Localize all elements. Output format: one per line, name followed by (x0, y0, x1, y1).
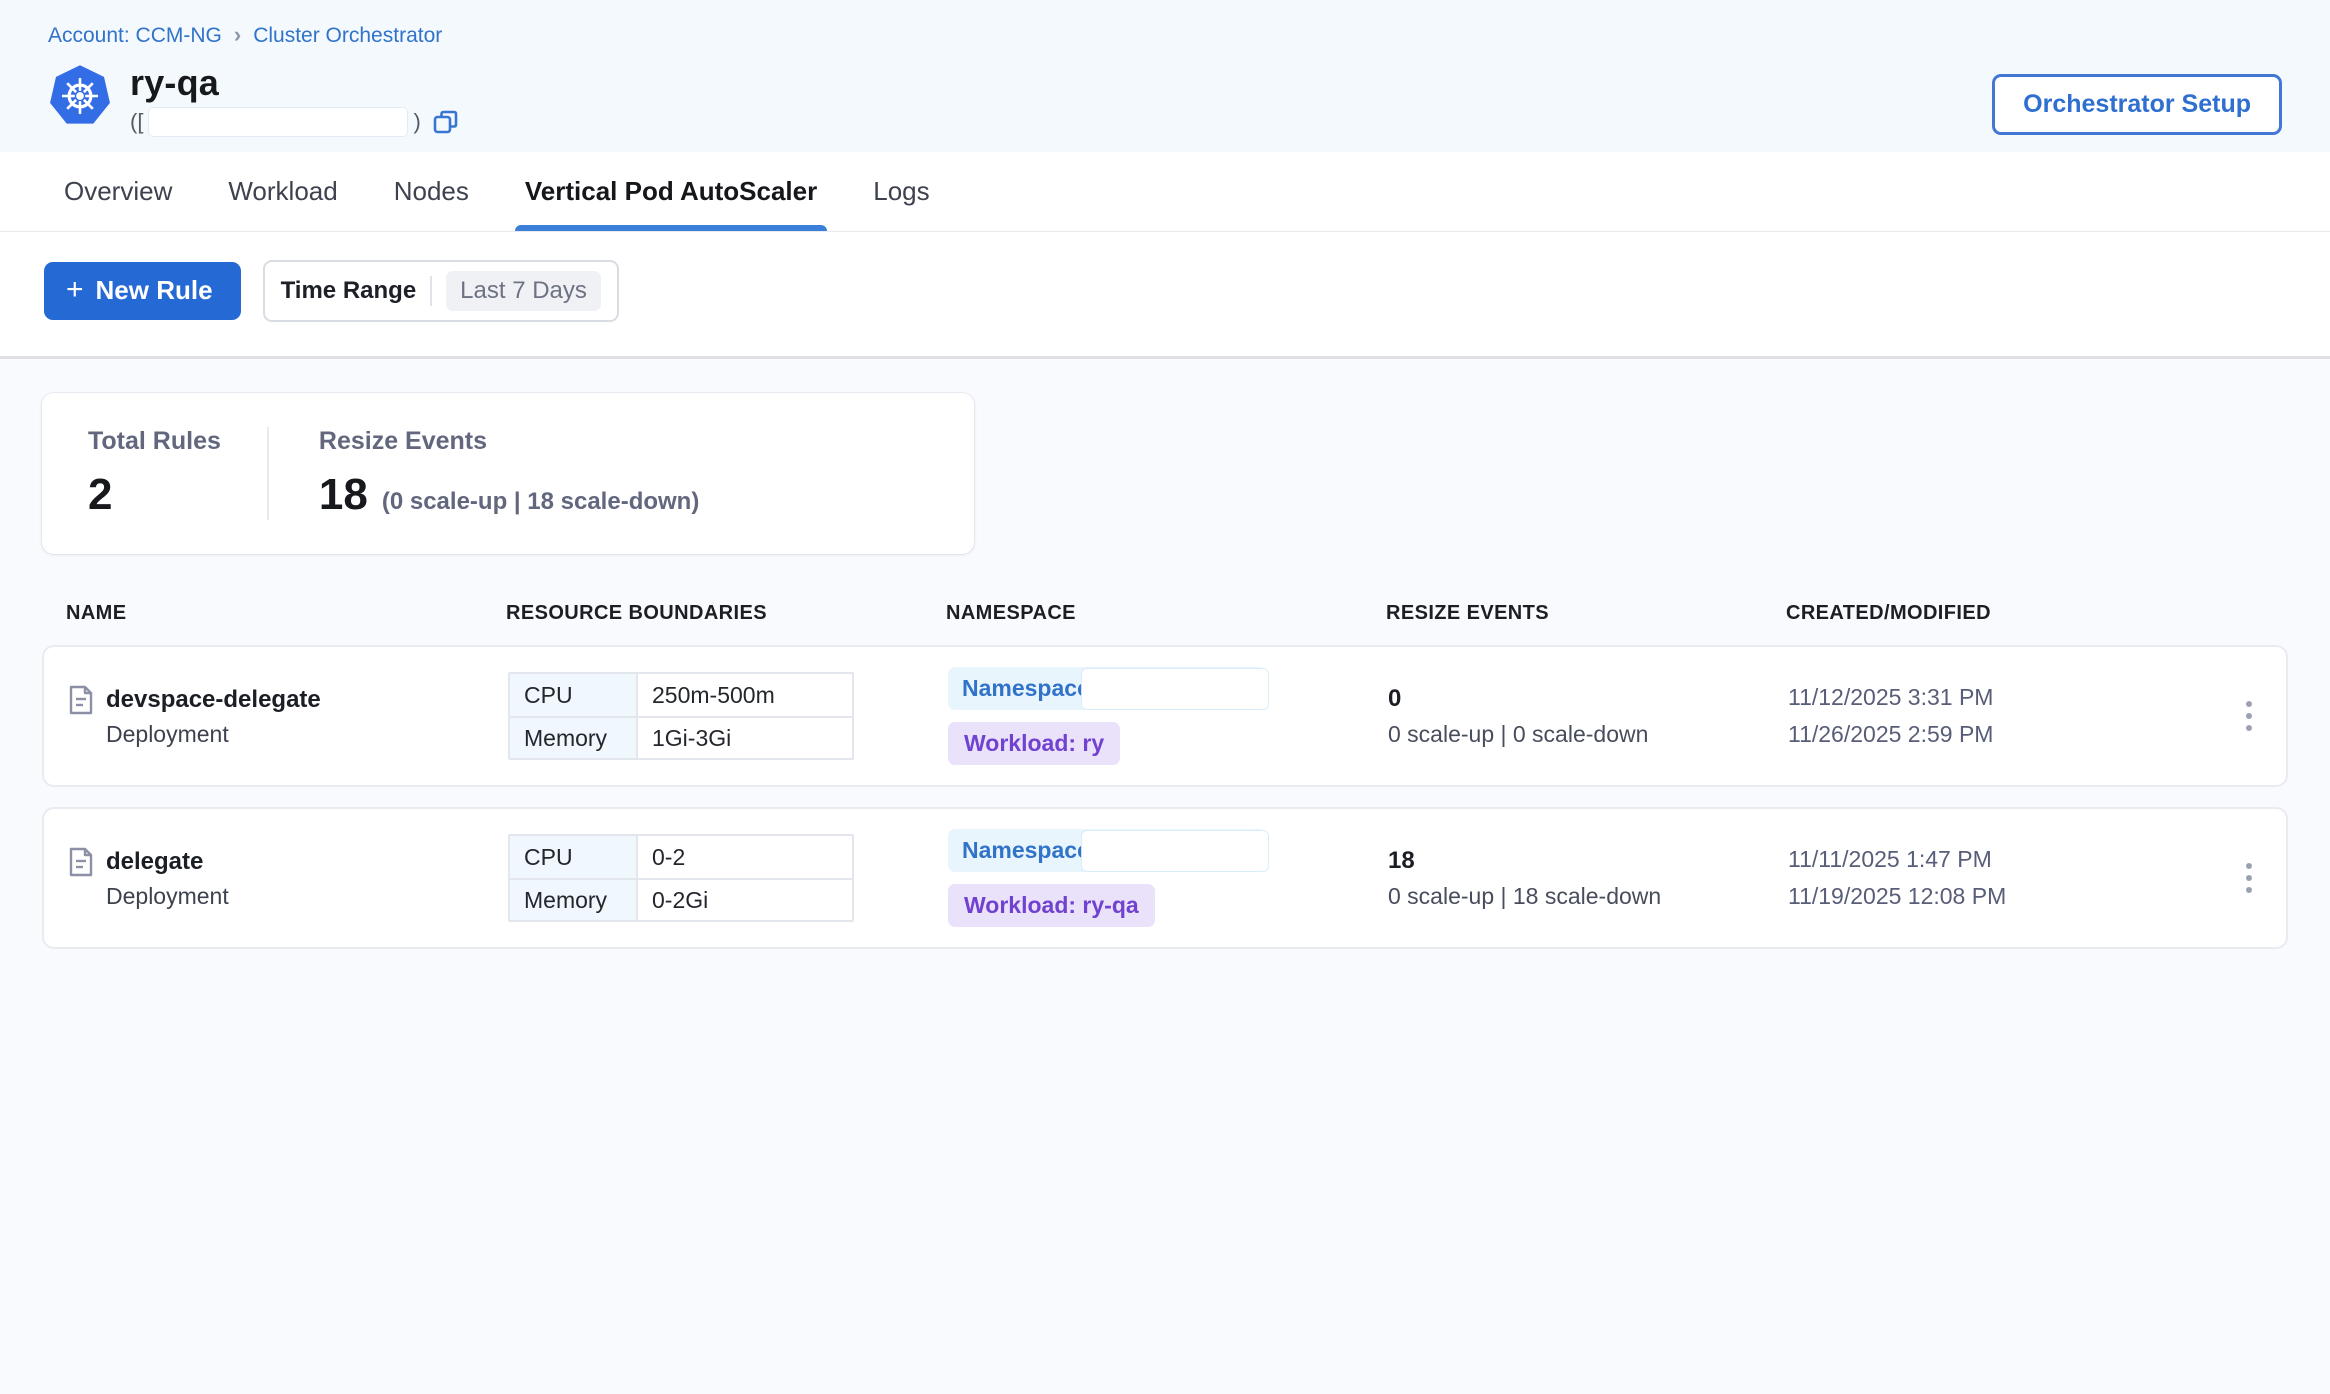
column-header-resize-events: RESIZE EVENTS (1386, 602, 1786, 625)
tab-overview[interactable]: Overview (64, 152, 172, 231)
namespace-badge: Namespace: l (948, 667, 1266, 710)
time-range-selector[interactable]: Time Range Last 7 Days (263, 260, 619, 322)
column-header-namespace: NAMESPACE (946, 602, 1386, 625)
resize-events-cell: 18 0 scale-up | 18 scale-down (1388, 847, 1788, 910)
page-title: ry-qa (130, 62, 459, 104)
resize-events-cell: 0 0 scale-up | 0 scale-down (1388, 685, 1788, 748)
resource-boundaries-cell: CPU 0-2 Memory 0-2Gi (508, 834, 948, 922)
cpu-value: 0-2 (638, 836, 852, 878)
tab-bar: Overview Workload Nodes Vertical Pod Aut… (0, 152, 2330, 232)
rule-kind: Deployment (106, 721, 508, 748)
memory-label: Memory (510, 718, 638, 758)
modified-date: 11/19/2025 12:08 PM (1788, 883, 2208, 910)
toolbar: + New Rule Time Range Last 7 Days (0, 232, 2330, 359)
title-left: ry-qa ([ ) (48, 62, 459, 136)
table-header: NAME RESOURCE BOUNDARIES NAMESPACE RESIZ… (42, 584, 2288, 645)
chevron-right-icon: › (234, 22, 241, 48)
rule-name[interactable]: delegate (106, 848, 203, 876)
table-row[interactable]: devspace-delegate Deployment CPU 250m-50… (42, 645, 2288, 787)
resize-count: 0 (1388, 685, 1788, 713)
tab-workload[interactable]: Workload (228, 152, 337, 231)
plus-icon: + (66, 275, 84, 305)
title-row: ry-qa ([ ) Orchestrator Setup (48, 62, 2282, 136)
resize-detail: 0 scale-up | 0 scale-down (1388, 721, 1788, 748)
cpu-label: CPU (510, 674, 638, 716)
namespace-badge: Namespace: l (948, 829, 1266, 872)
summary-card: Total Rules 2 Resize Events 18 (0 scale-… (42, 393, 974, 554)
workload-badge: Workload: ry (948, 722, 1120, 765)
namespace-cell: Namespace: l Workload: ry (948, 667, 1388, 765)
resource-boundaries-cell: CPU 250m-500m Memory 1Gi-3Gi (508, 672, 948, 760)
document-icon (68, 685, 94, 715)
memory-value: 1Gi-3Gi (638, 718, 852, 758)
workload-badge: Workload: ry-qa (948, 884, 1155, 927)
created-date: 11/11/2025 1:47 PM (1788, 846, 2208, 873)
table-row[interactable]: delegate Deployment CPU 0-2 Memory 0-2Gi (42, 807, 2288, 949)
document-icon (68, 847, 94, 877)
namespace-redacted (1082, 669, 1268, 709)
created-modified-cell: 11/11/2025 1:47 PM 11/19/2025 12:08 PM (1788, 846, 2208, 910)
column-header-name: NAME (66, 602, 506, 625)
namespace-cell: Namespace: l Workload: ry-qa (948, 829, 1388, 927)
time-range-label: Time Range (281, 277, 417, 305)
total-rules-value: 2 (88, 470, 112, 520)
resize-events-section: Resize Events 18 (0 scale-up | 18 scale-… (267, 427, 745, 520)
rule-kind: Deployment (106, 883, 508, 910)
row-actions-menu-icon[interactable] (2236, 691, 2262, 741)
memory-value: 0-2Gi (638, 880, 852, 920)
breadcrumb-account-link[interactable]: Account: CCM-NG (48, 24, 222, 48)
time-range-value: Last 7 Days (446, 271, 601, 311)
namespace-redacted (1082, 831, 1268, 871)
title-block: ry-qa ([ ) (130, 62, 459, 136)
tab-vertical-pod-autoscaler[interactable]: Vertical Pod AutoScaler (525, 152, 817, 231)
memory-label: Memory (510, 880, 638, 920)
content-area: Total Rules 2 Resize Events 18 (0 scale-… (0, 359, 2330, 1394)
row-actions-menu-icon[interactable] (2236, 853, 2262, 903)
total-rules-section: Total Rules 2 (42, 427, 267, 520)
created-modified-cell: 11/12/2025 3:31 PM 11/26/2025 2:59 PM (1788, 684, 2208, 748)
resize-count: 18 (1388, 847, 1788, 875)
cluster-id-row: ([ ) (130, 108, 459, 136)
total-rules-label: Total Rules (88, 427, 221, 456)
rule-name-cell: delegate Deployment (68, 847, 508, 910)
column-header-resource-boundaries: RESOURCE BOUNDARIES (506, 602, 946, 625)
rule-name[interactable]: devspace-delegate (106, 686, 321, 714)
resize-events-detail: (0 scale-up | 18 scale-down) (382, 488, 699, 516)
tab-logs[interactable]: Logs (873, 152, 929, 231)
orchestrator-setup-button[interactable]: Orchestrator Setup (1992, 74, 2282, 135)
new-rule-label: New Rule (96, 275, 213, 306)
cpu-label: CPU (510, 836, 638, 878)
cluster-id-suffix: ) (413, 109, 420, 135)
rule-name-cell: devspace-delegate Deployment (68, 685, 508, 748)
page-header: Account: CCM-NG › Cluster Orchestrator (0, 0, 2330, 152)
created-date: 11/12/2025 3:31 PM (1788, 684, 2208, 711)
new-rule-button[interactable]: + New Rule (44, 262, 241, 320)
cluster-id-redacted (149, 108, 407, 136)
resize-events-label: Resize Events (319, 427, 699, 456)
modified-date: 11/26/2025 2:59 PM (1788, 721, 2208, 748)
resize-detail: 0 scale-up | 18 scale-down (1388, 883, 1788, 910)
resize-events-value: 18 (319, 470, 368, 520)
cluster-orchestrator-page: Account: CCM-NG › Cluster Orchestrator (0, 0, 2330, 1394)
copy-icon[interactable] (433, 109, 459, 135)
kubernetes-icon (48, 64, 112, 128)
cluster-id-prefix: ([ (130, 109, 143, 135)
breadcrumb-page-link[interactable]: Cluster Orchestrator (253, 24, 442, 48)
tab-nodes[interactable]: Nodes (394, 152, 469, 231)
time-range-divider (430, 276, 432, 306)
column-header-created-modified: CREATED/MODIFIED (1786, 602, 2206, 625)
breadcrumb: Account: CCM-NG › Cluster Orchestrator (48, 24, 2282, 48)
cpu-value: 250m-500m (638, 674, 852, 716)
